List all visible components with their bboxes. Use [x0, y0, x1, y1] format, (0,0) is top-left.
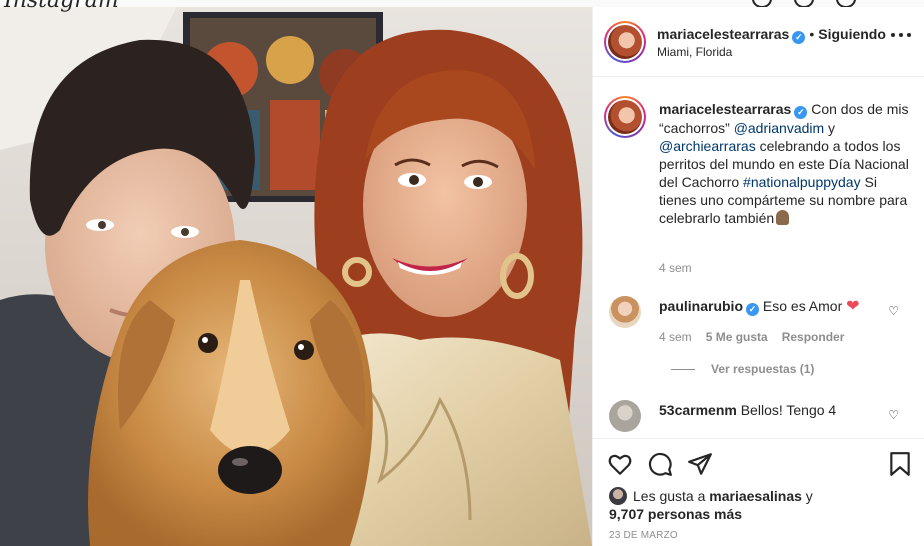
comment-text: 53carmenm Bellos! Tengo 4: [659, 401, 859, 419]
likes-summary: Les gusta a mariaesalinas y 9,707 person…: [609, 487, 909, 523]
comment-timestamp[interactable]: 4 sem: [659, 330, 692, 344]
comment-text: paulinarubio ✓ Eso es Amor ❤: [659, 297, 860, 316]
comment-body: Eso es Amor: [762, 298, 843, 314]
hashtag-link[interactable]: #nationalpuppyday: [743, 174, 861, 190]
more-options-icon[interactable]: [891, 33, 911, 39]
selfie-with-puppy-image: [0, 0, 592, 546]
comment-username[interactable]: paulinarubio: [659, 298, 743, 314]
reply-button[interactable]: Responder: [782, 330, 845, 344]
emoji-icon: [776, 210, 790, 225]
liker-username[interactable]: mariaesalinas: [709, 488, 802, 504]
comment-bubble-icon[interactable]: [647, 451, 673, 477]
post-side-panel: mariacelestearraras ✓ • Siguiendo Miami, Fl…: [592, 7, 924, 546]
view-replies-button[interactable]: Ver respuestas (1): [671, 362, 814, 376]
verified-badge-icon: ✓: [746, 303, 759, 316]
post-actions: Les gusta a mariaesalinas y 9,707 person…: [593, 438, 924, 546]
verified-badge-icon: ✓: [794, 106, 808, 119]
caption-avatar[interactable]: [604, 96, 646, 138]
comments-section[interactable]: mariacelestearraras ✓ Con dos de mis “cac…: [593, 78, 924, 438]
comment-likes[interactable]: 5 Me gusta: [706, 330, 768, 344]
comment-like-heart-icon[interactable]: ♡: [888, 304, 899, 318]
caption-text: mariacelestearraras ✓ Con dos de mis “cac…: [659, 100, 909, 227]
author-line: mariacelestearraras ✓ • Siguiendo: [657, 26, 886, 44]
author-avatar[interactable]: [604, 21, 646, 63]
post-photo[interactable]: [0, 0, 592, 546]
save-bookmark-icon[interactable]: [887, 451, 913, 477]
verified-badge-icon: ✓: [792, 31, 806, 44]
caption-username[interactable]: mariacelestearraras: [659, 101, 791, 117]
following-button[interactable]: Siguiendo: [818, 26, 886, 42]
comment-avatar[interactable]: [609, 296, 641, 328]
like-heart-icon[interactable]: [607, 451, 633, 477]
post-date[interactable]: 23 DE MARZO: [609, 530, 678, 541]
comment-avatar[interactable]: [609, 400, 641, 432]
mention-link[interactable]: @archiearraras: [659, 138, 756, 154]
comment-body: Bellos! Tengo 4: [740, 402, 837, 418]
comment-username[interactable]: 53carmenm: [659, 402, 737, 418]
liker-avatar[interactable]: [609, 487, 627, 505]
author-username[interactable]: mariacelestearraras: [657, 26, 789, 42]
replies-divider: [671, 368, 695, 370]
comment-meta: 4 sem 5 Me gusta Responder: [659, 330, 844, 344]
likes-conjunction: y: [801, 488, 813, 504]
caption-part: y: [824, 120, 836, 136]
comment-like-heart-icon[interactable]: ♡: [888, 408, 899, 422]
likes-count[interactable]: 9,707 personas más: [609, 506, 742, 522]
caption-timestamp[interactable]: 4 sem: [659, 261, 692, 275]
top-nav-strip: Instagram: [0, 0, 924, 13]
location-link[interactable]: Miami, Florida: [657, 45, 732, 59]
separator-dot: •: [809, 26, 815, 42]
mention-link[interactable]: @adrianvadim: [734, 120, 824, 136]
share-send-icon[interactable]: [687, 451, 713, 477]
instagram-logo[interactable]: Instagram: [4, 0, 119, 13]
post-header: mariacelestearraras ✓ • Siguiendo Miami, Fl…: [593, 7, 924, 77]
view-replies-label: Ver respuestas (1): [711, 362, 815, 376]
likes-prefix: Les gusta a: [633, 488, 710, 504]
heart-emoji-icon: ❤: [846, 298, 860, 315]
